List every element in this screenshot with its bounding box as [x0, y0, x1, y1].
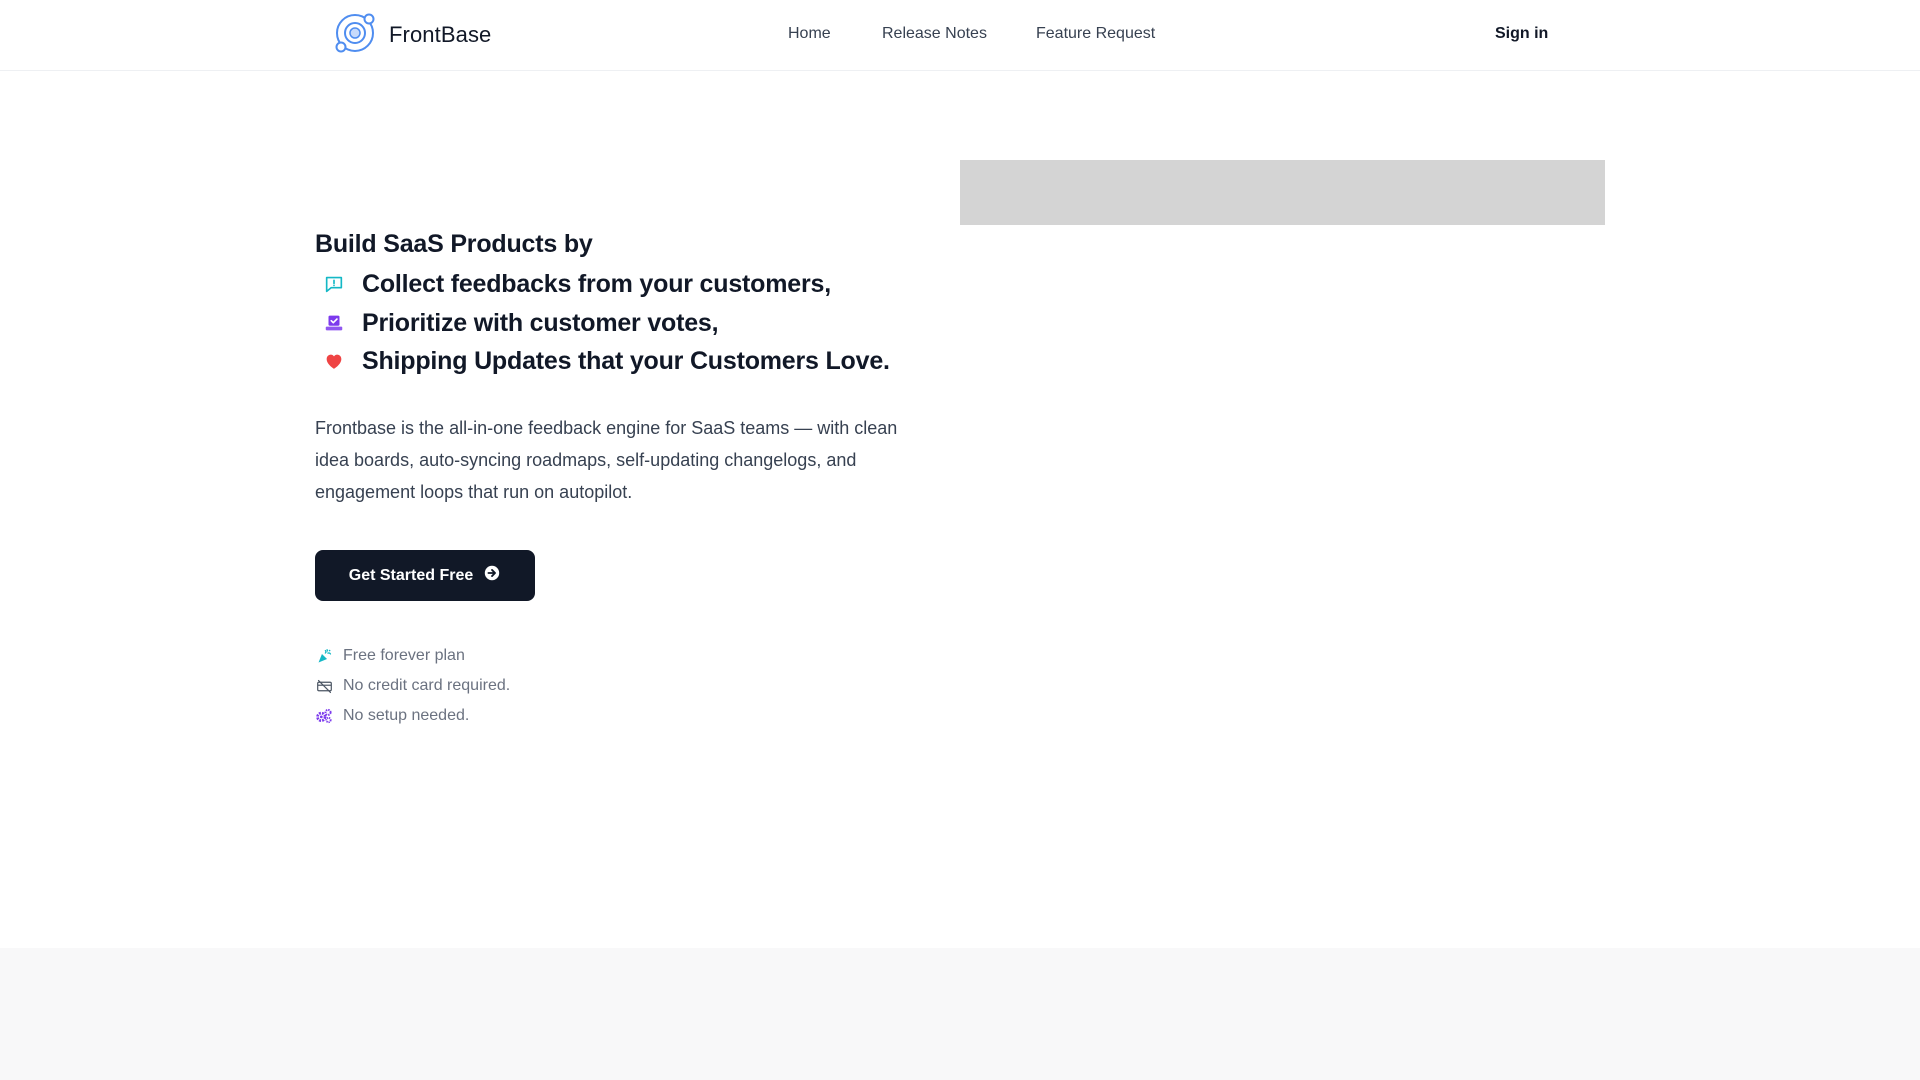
- nav-feature-request[interactable]: Feature Request: [1036, 25, 1155, 43]
- no-credit-card-icon: [315, 677, 333, 695]
- feature-line-shipping: Shipping Updates that your Customers Lov…: [320, 343, 890, 379]
- gears-icon: [315, 707, 333, 725]
- top-header: FrontBase Home Release Notes Feature Req…: [0, 0, 1920, 71]
- get-started-button[interactable]: Get Started Free: [315, 550, 535, 601]
- feature-text: Collect feedbacks from your customers,: [362, 269, 831, 298]
- perk-free-plan: Free forever plan: [315, 645, 465, 667]
- perk-no-setup: No setup needed.: [315, 705, 469, 727]
- brand-logo-link[interactable]: FrontBase: [333, 13, 491, 57]
- perk-text: Free forever plan: [343, 647, 465, 664]
- next-section-band: [0, 948, 1920, 1080]
- message-alert-icon: [320, 270, 348, 298]
- nav-release-notes[interactable]: Release Notes: [882, 25, 987, 43]
- hero-media-placeholder: [960, 160, 1605, 225]
- perk-text: No setup needed.: [343, 707, 470, 724]
- heart-icon: [320, 347, 348, 375]
- feature-line-collect: Collect feedbacks from your customers,: [320, 266, 831, 302]
- hero-title: Build SaaS Products by: [315, 230, 593, 258]
- party-popper-icon: [315, 647, 333, 665]
- frontbase-logo-icon: [333, 11, 377, 60]
- arrow-right-circle-icon: [483, 564, 501, 587]
- nav-home[interactable]: Home: [788, 25, 831, 43]
- perk-text: No credit card required.: [343, 677, 511, 694]
- feature-text: Shipping Updates that your Customers Lov…: [362, 346, 890, 375]
- vote-box-icon: [320, 309, 348, 337]
- get-started-label: Get Started Free: [348, 566, 474, 584]
- feature-line-prioritize: Prioritize with customer votes,: [320, 305, 719, 341]
- sign-in-link[interactable]: Sign in: [1495, 25, 1548, 43]
- brand-name: FrontBase: [389, 22, 492, 47]
- feature-text: Prioritize with customer votes,: [362, 308, 719, 337]
- perk-no-credit-card: No credit card required.: [315, 675, 510, 697]
- hero-description: Frontbase is the all-in-one feedback eng…: [315, 418, 898, 502]
